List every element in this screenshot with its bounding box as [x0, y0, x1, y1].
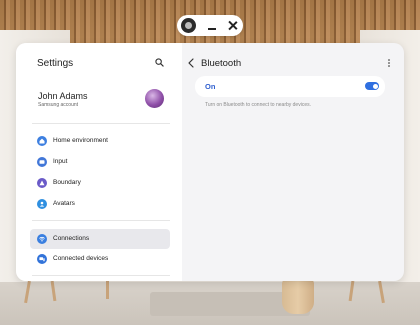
settings-title: Settings [37, 58, 74, 69]
detail-pane: Bluetooth On Turn on Bluetooth to connec… [182, 43, 404, 281]
devices-icon [37, 254, 47, 264]
toggle-label: On [205, 82, 216, 91]
more-options-icon[interactable] [388, 59, 391, 68]
chair-leg [106, 281, 109, 299]
window-menu-icon[interactable] [181, 18, 196, 33]
account-name[interactable]: John Adams [38, 91, 88, 101]
sidebar-item-label: Connections [53, 235, 90, 242]
sidebar-item-connections[interactable]: Connections [30, 229, 170, 249]
avatar-icon [37, 199, 47, 209]
bluetooth-toggle-row[interactable]: On [195, 76, 385, 97]
avatar[interactable] [145, 89, 164, 108]
bluetooth-hint-text: Turn on Bluetooth to connect to nearby d… [205, 102, 311, 108]
close-icon[interactable] [228, 21, 237, 30]
sidebar-item-avatars[interactable]: Avatars [30, 194, 170, 214]
settings-window: Settings John Adams Samsung account Home… [16, 43, 404, 281]
window-control-bar [177, 15, 243, 36]
home-icon [37, 136, 47, 146]
page-title: Bluetooth [201, 58, 242, 69]
sidebar-item-boundary[interactable]: Boundary [30, 173, 170, 193]
sidebar-item-label: Home environment [53, 137, 108, 144]
sidebar-item-label: Connected devices [53, 255, 109, 262]
sidebar-item-input[interactable]: Input [30, 152, 170, 172]
switch-knob [372, 83, 378, 89]
divider [32, 220, 170, 221]
divider [32, 275, 170, 276]
sidebar-item-label: Boundary [53, 179, 81, 186]
settings-sidebar: Settings John Adams Samsung account Home… [16, 43, 182, 281]
bluetooth-switch[interactable] [365, 82, 379, 90]
account-subtitle: Samsung account [38, 102, 79, 108]
input-icon [37, 157, 47, 167]
back-arrow-icon[interactable] [187, 58, 195, 68]
search-icon[interactable] [155, 58, 164, 67]
wood-pillar [282, 278, 314, 314]
wifi-icon [37, 234, 47, 244]
sidebar-item-label: Input [53, 158, 68, 165]
boundary-icon [37, 178, 47, 188]
sidebar-item-home-environment[interactable]: Home environment [30, 131, 170, 151]
minimize-icon[interactable] [208, 28, 216, 30]
sidebar-item-connected-devices[interactable]: Connected devices [30, 249, 170, 269]
sidebar-item-label: Avatars [53, 200, 75, 207]
divider [32, 123, 170, 124]
